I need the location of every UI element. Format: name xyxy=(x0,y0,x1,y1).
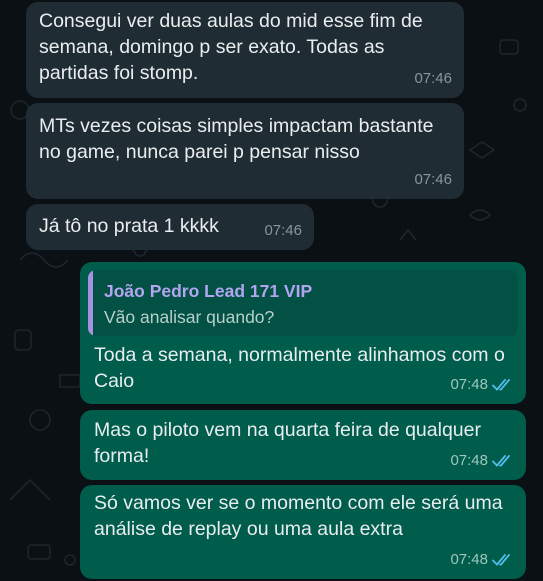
message-meta: 07:46 xyxy=(414,167,452,193)
incoming-message[interactable]: Consegui ver duas aulas do mid esse fim … xyxy=(26,2,464,98)
quote-text: Vão analisar quando? xyxy=(104,307,275,327)
outgoing-message[interactable]: Só vamos ver se o momento com ele será u… xyxy=(80,485,526,579)
message-meta: 07:48 xyxy=(450,448,514,474)
message-time: 07:48 xyxy=(450,452,488,469)
outgoing-message[interactable]: João Pedro Lead 171 VIP Vão analisar qua… xyxy=(80,262,526,404)
message-text: MTs vezes coisas simples impactam bastan… xyxy=(39,115,434,163)
message-meta: 07:48 xyxy=(450,547,514,573)
message-time: 07:46 xyxy=(414,171,452,188)
double-check-icon xyxy=(492,379,510,391)
message-time: 07:48 xyxy=(450,376,488,393)
outgoing-message[interactable]: Mas o piloto vem na quarta feira de qual… xyxy=(80,410,526,480)
double-check-icon xyxy=(492,554,510,566)
incoming-message[interactable]: MTs vezes coisas simples impactam bastan… xyxy=(26,103,464,199)
message-time: 07:46 xyxy=(414,70,452,87)
quoted-message[interactable]: João Pedro Lead 171 VIP Vão analisar qua… xyxy=(88,270,518,336)
quote-accent-bar xyxy=(88,270,93,336)
message-meta: 07:46 xyxy=(414,66,452,92)
double-check-icon xyxy=(492,455,510,467)
incoming-message[interactable]: Já tô no prata 1 kkkk 07:46 xyxy=(26,204,314,250)
message-meta: 07:46 xyxy=(264,218,302,244)
message-meta: 07:48 xyxy=(450,372,514,398)
quote-author: João Pedro Lead 171 VIP xyxy=(104,281,313,301)
message-text: Só vamos ver se o momento com ele será u… xyxy=(94,492,503,540)
message-time: 07:48 xyxy=(450,551,488,568)
message-text: Consegui ver duas aulas do mid esse fim … xyxy=(39,10,423,84)
message-time: 07:46 xyxy=(264,222,302,239)
